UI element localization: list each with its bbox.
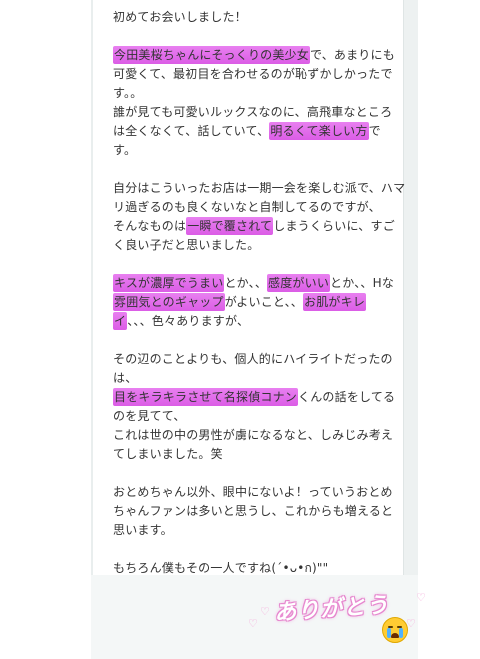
thank-you-sticker: ♡ ♡ ♡ ♡ ありがとう xyxy=(246,587,436,643)
text-fragment: は全くなくて、話していて、 xyxy=(113,124,270,138)
text-line: 誰が見ても可愛いルックスなのに、高飛車なところ xyxy=(113,105,393,119)
crying-face-icon xyxy=(382,617,408,643)
text-line: す。。 xyxy=(113,86,143,100)
sticker-text: ありがとう xyxy=(273,592,390,626)
text-line: リ過ぎるのも良くないなと自制してるのですが、 xyxy=(113,200,381,214)
text-line: もちろん僕もその一人ですね(´•ᴗ•ก)"" xyxy=(113,561,329,575)
text-line: おとめちゃん以外、眼中にないよ！っていうおとめ xyxy=(113,485,393,499)
highlight: 感度がいい xyxy=(267,274,331,292)
text-line: 雰囲気とのギャップがよいこと、、お肌がキレ xyxy=(113,293,413,312)
text-fragment: で xyxy=(368,124,381,138)
text-fragment: 、、、色々ありますが、 xyxy=(127,314,250,328)
post-body: 初めてお会いしました！ 今田美桜ちゃんにそっくりの美少女で、あまりにも 可愛くて… xyxy=(113,8,413,578)
text-line: キスが濃厚でうまいとか、、感度がいいとか、、Hな xyxy=(113,274,413,293)
heart-icon: ♡ xyxy=(248,617,258,630)
text-fragment: で、あまりにも xyxy=(309,48,395,62)
text-line: ちゃんファンは多いと思うし、これからも増えると xyxy=(113,504,394,518)
text-line: 自分はこういったお店は一期一会を楽しむ派で、ハマ xyxy=(113,181,406,195)
text-line: 今田美桜ちゃんにそっくりの美少女で、あまりにも xyxy=(113,46,413,65)
text-fragment: そんなものは xyxy=(113,219,187,233)
highlight: 明るくて楽しい方 xyxy=(269,122,369,140)
frame-left-border xyxy=(91,0,93,659)
heart-icon: ♡ xyxy=(416,591,426,604)
text-line: イ、、、色々ありますが、 xyxy=(113,312,413,331)
text-fragment: とか、、Hな xyxy=(330,276,395,290)
text-line: 可愛くて、最初目を合わせるのが恥ずかしかったで xyxy=(113,67,393,81)
text-line: は、 xyxy=(113,371,138,385)
highlight: お肌がキレ xyxy=(303,293,367,311)
heart-icon: ♡ xyxy=(260,605,270,618)
text-line: す。 xyxy=(113,143,137,157)
highlight: キスが濃厚でうまい xyxy=(113,274,225,292)
highlight: 目をキラキラさせて名探偵コナン xyxy=(113,388,299,406)
highlight: 一瞬で覆されて xyxy=(186,217,274,235)
highlight: 今田美桜ちゃんにそっくりの美少女 xyxy=(113,46,310,64)
highlight: イ xyxy=(113,312,128,330)
text-fragment: しまうくらいに、すご xyxy=(273,219,395,233)
text-fragment: とか、、 xyxy=(224,276,268,290)
text-line: く良い子だと思いました。 xyxy=(113,238,260,252)
text-fragment: くんの話をしてる xyxy=(298,390,396,404)
highlight: 雰囲気とのギャップ xyxy=(113,293,225,311)
text-line: のを見てて、 xyxy=(113,409,186,423)
text-line: その辺のことよりも、個人的にハイライトだったの xyxy=(113,352,393,366)
tear xyxy=(399,628,403,638)
text-fragment: がよいこと、、 xyxy=(224,295,304,309)
text-line: 思います。 xyxy=(113,523,173,537)
mouth xyxy=(391,633,399,638)
text-line: これは世の中の男性が虜になるなと、しみじみ考え xyxy=(113,428,394,442)
text-line: てしまいました。笑 xyxy=(113,447,223,461)
text-line: 目をキラキラさせて名探偵コナンくんの話をしてる xyxy=(113,388,413,407)
text-line: 初めてお会いしました！ xyxy=(113,10,247,24)
text-line: は全くなくて、話していて、明るくて楽しい方で xyxy=(113,122,413,141)
text-line: そんなものは一瞬で覆されてしまうくらいに、すご xyxy=(113,217,413,236)
